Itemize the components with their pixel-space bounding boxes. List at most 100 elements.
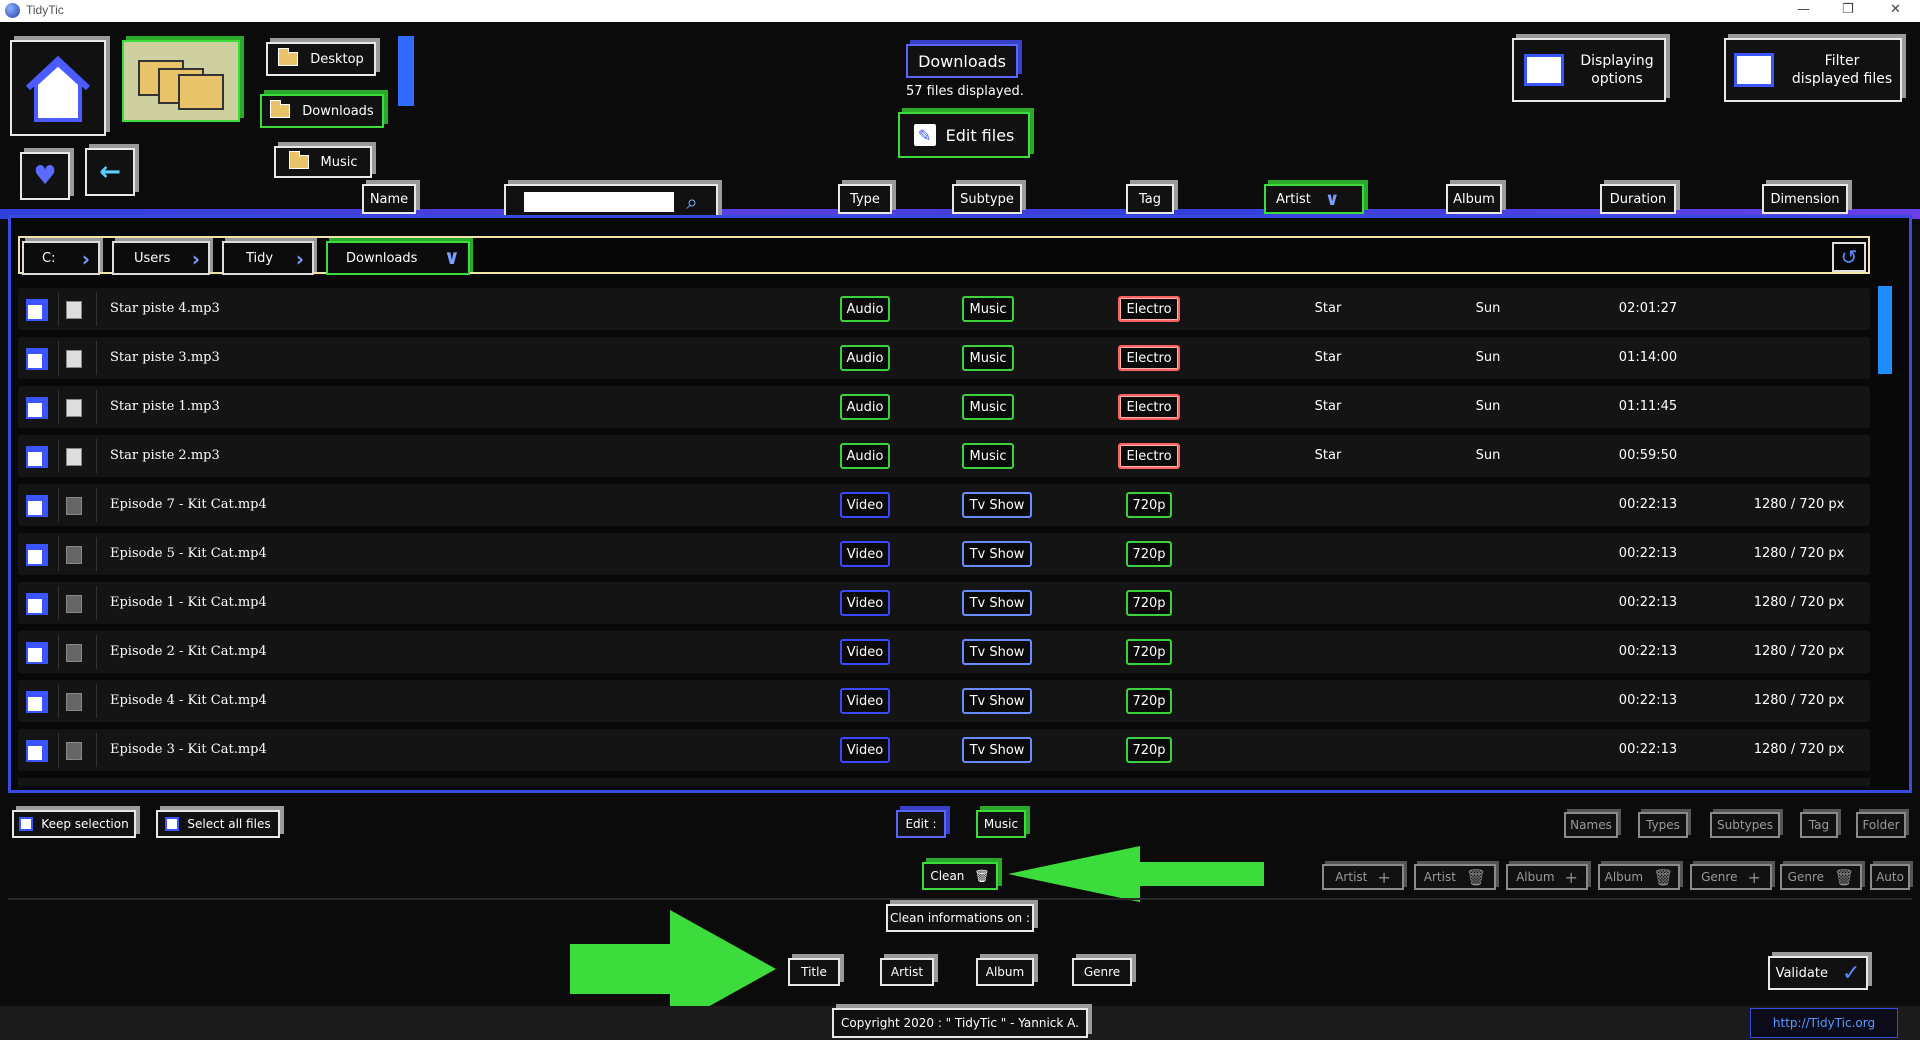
table-scrollbar[interactable] [1878, 286, 1892, 374]
subtype-badge[interactable]: Tv Show [962, 590, 1032, 616]
row-checkbox[interactable] [26, 642, 48, 664]
column-artist[interactable]: Artist ∨ [1264, 184, 1364, 214]
subtype-badge[interactable]: Music [962, 345, 1014, 371]
tag-badge[interactable]: 720p [1126, 541, 1172, 567]
clear-artist-button[interactable]: Artist 🗑 [1414, 864, 1496, 890]
row-checkbox[interactable] [26, 299, 48, 321]
tag-badge[interactable]: Electro [1118, 296, 1180, 322]
row-checkbox[interactable] [26, 495, 48, 517]
row-checkbox[interactable] [26, 691, 48, 713]
type-badge[interactable]: Video [840, 541, 890, 567]
breadcrumb-current[interactable]: Downloads ∨ [326, 241, 470, 275]
website-link[interactable]: http://TidyTic.org [1750, 1008, 1898, 1038]
music-mode-button[interactable]: Music [976, 810, 1026, 838]
row-checkbox[interactable] [26, 446, 48, 468]
clean-artist-button[interactable]: Artist [880, 958, 934, 986]
type-badge[interactable]: Audio [840, 394, 890, 420]
home-button[interactable] [10, 40, 106, 136]
table-row[interactable]: Star piste 3.mp3 Audio Music Electro Sta… [18, 337, 1870, 379]
shortcut-music[interactable]: Music [274, 146, 372, 178]
search-icon[interactable]: ⌕ [686, 190, 697, 214]
breadcrumb-item[interactable]: C: › [22, 241, 100, 275]
tab-types[interactable]: Types [1638, 812, 1688, 838]
clean-genre-button[interactable]: Genre [1072, 958, 1132, 986]
select-all-button[interactable]: Select all files [156, 810, 280, 838]
shortcut-desktop[interactable]: Desktop [266, 42, 376, 76]
table-row[interactable]: Episode 2 - Kit Cat.mp4 Video Tv Show 72… [18, 631, 1870, 673]
subtype-badge[interactable]: Tv Show [962, 541, 1032, 567]
maximize-button[interactable]: ❐ [1842, 2, 1854, 17]
filter-files-button[interactable]: Filter displayed files [1724, 38, 1902, 102]
column-album[interactable]: Album [1446, 184, 1502, 214]
column-duration[interactable]: Duration [1600, 184, 1676, 214]
type-badge[interactable]: Video [840, 737, 890, 763]
back-button[interactable]: ← [85, 148, 135, 196]
table-row[interactable]: Episode 3 - Kit Cat.mp4 Video Tv Show 72… [18, 729, 1870, 771]
row-checkbox[interactable] [26, 593, 48, 615]
tag-badge[interactable]: Electro [1118, 443, 1180, 469]
tag-badge[interactable]: 720p [1126, 737, 1172, 763]
tag-badge[interactable]: 720p [1126, 688, 1172, 714]
displaying-options-button[interactable]: Displaying options [1512, 38, 1666, 102]
tag-badge[interactable]: 720p [1126, 492, 1172, 518]
validate-button[interactable]: Validate ✓ [1768, 956, 1868, 990]
add-artist-button[interactable]: Artist + [1322, 864, 1404, 890]
tab-subtypes[interactable]: Subtypes [1710, 812, 1780, 838]
type-badge[interactable]: Audio [840, 296, 890, 322]
tab-folder[interactable]: Folder [1856, 812, 1906, 838]
tab-tag[interactable]: Tag [1800, 812, 1838, 838]
row-checkbox[interactable] [26, 740, 48, 762]
breadcrumb-item[interactable]: Users › [112, 241, 210, 275]
type-badge[interactable]: Video [840, 688, 890, 714]
clean-button[interactable]: Clean 🗑 [922, 862, 998, 890]
auto-button[interactable]: Auto [1870, 864, 1910, 890]
folders-button[interactable] [122, 40, 240, 122]
subtype-badge[interactable]: Tv Show [962, 688, 1032, 714]
add-genre-button[interactable]: Genre + [1690, 864, 1772, 890]
row-checkbox[interactable] [26, 544, 48, 566]
table-row[interactable]: Episode 4 - Kit Cat.mp4 Video Tv Show 72… [18, 680, 1870, 722]
subtype-badge[interactable]: Music [962, 394, 1014, 420]
search-input[interactable] [524, 192, 675, 212]
table-row[interactable]: Star piste 1.mp3 Audio Music Electro Sta… [18, 386, 1870, 428]
clear-genre-button[interactable]: Genre 🗑 [1780, 864, 1862, 890]
type-badge[interactable]: Audio [840, 345, 890, 371]
close-button[interactable]: ✕ [1890, 2, 1901, 17]
table-row[interactable]: Star piste 4.mp3 Audio Music Electro Sta… [18, 288, 1870, 330]
shortcut-downloads[interactable]: Downloads [260, 94, 384, 128]
breadcrumb-item[interactable]: Tidy › [222, 241, 314, 275]
clean-album-button[interactable]: Album [976, 958, 1034, 986]
row-checkbox[interactable] [26, 348, 48, 370]
subtype-badge[interactable]: Tv Show [962, 639, 1032, 665]
keep-selection-button[interactable]: Keep selection [12, 810, 136, 838]
type-badge[interactable]: Video [840, 590, 890, 616]
tab-names[interactable]: Names [1564, 812, 1618, 838]
column-tag[interactable]: Tag [1126, 184, 1174, 214]
subtype-badge[interactable]: Tv Show [962, 492, 1032, 518]
favorites-button[interactable]: ♥ [20, 152, 70, 200]
row-checkbox[interactable] [26, 397, 48, 419]
column-name[interactable]: Name [362, 184, 416, 214]
tag-badge[interactable]: Electro [1118, 394, 1180, 420]
tag-badge[interactable]: Electro [1118, 345, 1180, 371]
add-album-button[interactable]: Album + [1506, 864, 1588, 890]
type-badge[interactable]: Audio [840, 443, 890, 469]
table-row[interactable]: Episode 7 - Kit Cat.mp4 Video Tv Show 72… [18, 484, 1870, 526]
clean-title-button[interactable]: Title [788, 958, 840, 986]
subtype-badge[interactable]: Music [962, 443, 1014, 469]
tag-badge[interactable]: 720p [1126, 590, 1172, 616]
table-row[interactable]: Episode 1 - Kit Cat.mp4 Video Tv Show 72… [18, 582, 1870, 624]
subtype-badge[interactable]: Tv Show [962, 737, 1032, 763]
table-row[interactable]: Episode 5 - Kit Cat.mp4 Video Tv Show 72… [18, 533, 1870, 575]
edit-files-button[interactable]: ✎ Edit files [898, 112, 1030, 158]
clear-album-button[interactable]: Album 🗑 [1598, 864, 1680, 890]
column-type[interactable]: Type [838, 184, 892, 214]
column-dimension[interactable]: Dimension [1762, 184, 1848, 214]
table-row[interactable]: Star piste 2.mp3 Audio Music Electro Sta… [18, 435, 1870, 477]
column-subtype[interactable]: Subtype [952, 184, 1022, 214]
tag-badge[interactable]: 720p [1126, 639, 1172, 665]
type-badge[interactable]: Video [840, 492, 890, 518]
minimize-button[interactable]: — [1797, 2, 1810, 17]
type-badge[interactable]: Video [840, 639, 890, 665]
undo-icon[interactable]: ↺ [1832, 242, 1866, 272]
